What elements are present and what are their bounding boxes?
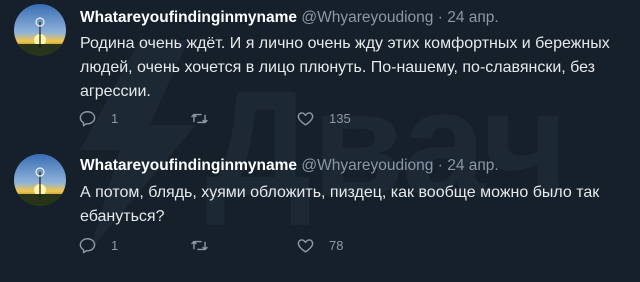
retweet-button[interactable]	[190, 106, 223, 130]
author-handle[interactable]: @Whyareyoudiong	[301, 9, 433, 26]
tweet-date[interactable]: 24 апр.	[447, 9, 499, 26]
avatar[interactable]	[14, 4, 66, 56]
reply-button[interactable]: 1	[78, 106, 118, 130]
reply-count: 1	[111, 237, 119, 253]
reply-button[interactable]: 1	[78, 233, 118, 257]
reply-icon	[79, 237, 96, 253]
tweet-actions: 1 78	[78, 233, 418, 257]
retweet-icon	[191, 240, 208, 250]
heart-icon	[297, 238, 314, 253]
tweet-text: Родина очень ждёт. И я лично очень жду э…	[80, 35, 610, 100]
separator: ·	[437, 9, 443, 26]
author-name[interactable]: Whatareyoufindinginmyname	[80, 157, 297, 174]
tweet-actions: 1 135	[78, 106, 418, 130]
reply-icon	[79, 110, 96, 126]
retweet-button[interactable]	[190, 233, 223, 257]
sunset-dandelion-avatar-icon	[14, 154, 66, 206]
like-button[interactable]: 135	[296, 106, 351, 130]
like-button[interactable]: 78	[296, 233, 343, 257]
like-count: 135	[329, 110, 351, 126]
tweet-header: Whatareyoufindinginmyname @Whyareyoudion…	[80, 8, 499, 28]
like-count: 78	[329, 237, 344, 253]
reply-count: 1	[111, 110, 119, 126]
tweet-text: А потом, блядь, хуями обложить, пиздец, …	[80, 184, 600, 225]
tweet-header: Whatareyoufindinginmyname @Whyareyoudion…	[80, 156, 499, 176]
tweet-1[interactable]: Whatareyoufindinginmyname @Whyareyoudion…	[0, 0, 640, 145]
tweet-date[interactable]: 24 апр.	[447, 157, 499, 174]
author-handle[interactable]: @Whyareyoudiong	[301, 157, 433, 174]
tweet-2[interactable]: Whatareyoufindinginmyname @Whyareyoudion…	[0, 145, 640, 282]
avatar[interactable]	[14, 154, 66, 206]
retweet-icon	[191, 113, 208, 123]
sunset-dandelion-avatar-icon	[14, 4, 66, 56]
author-name[interactable]: Whatareyoufindinginmyname	[80, 9, 297, 26]
heart-icon	[297, 111, 314, 126]
separator: ·	[437, 157, 443, 174]
